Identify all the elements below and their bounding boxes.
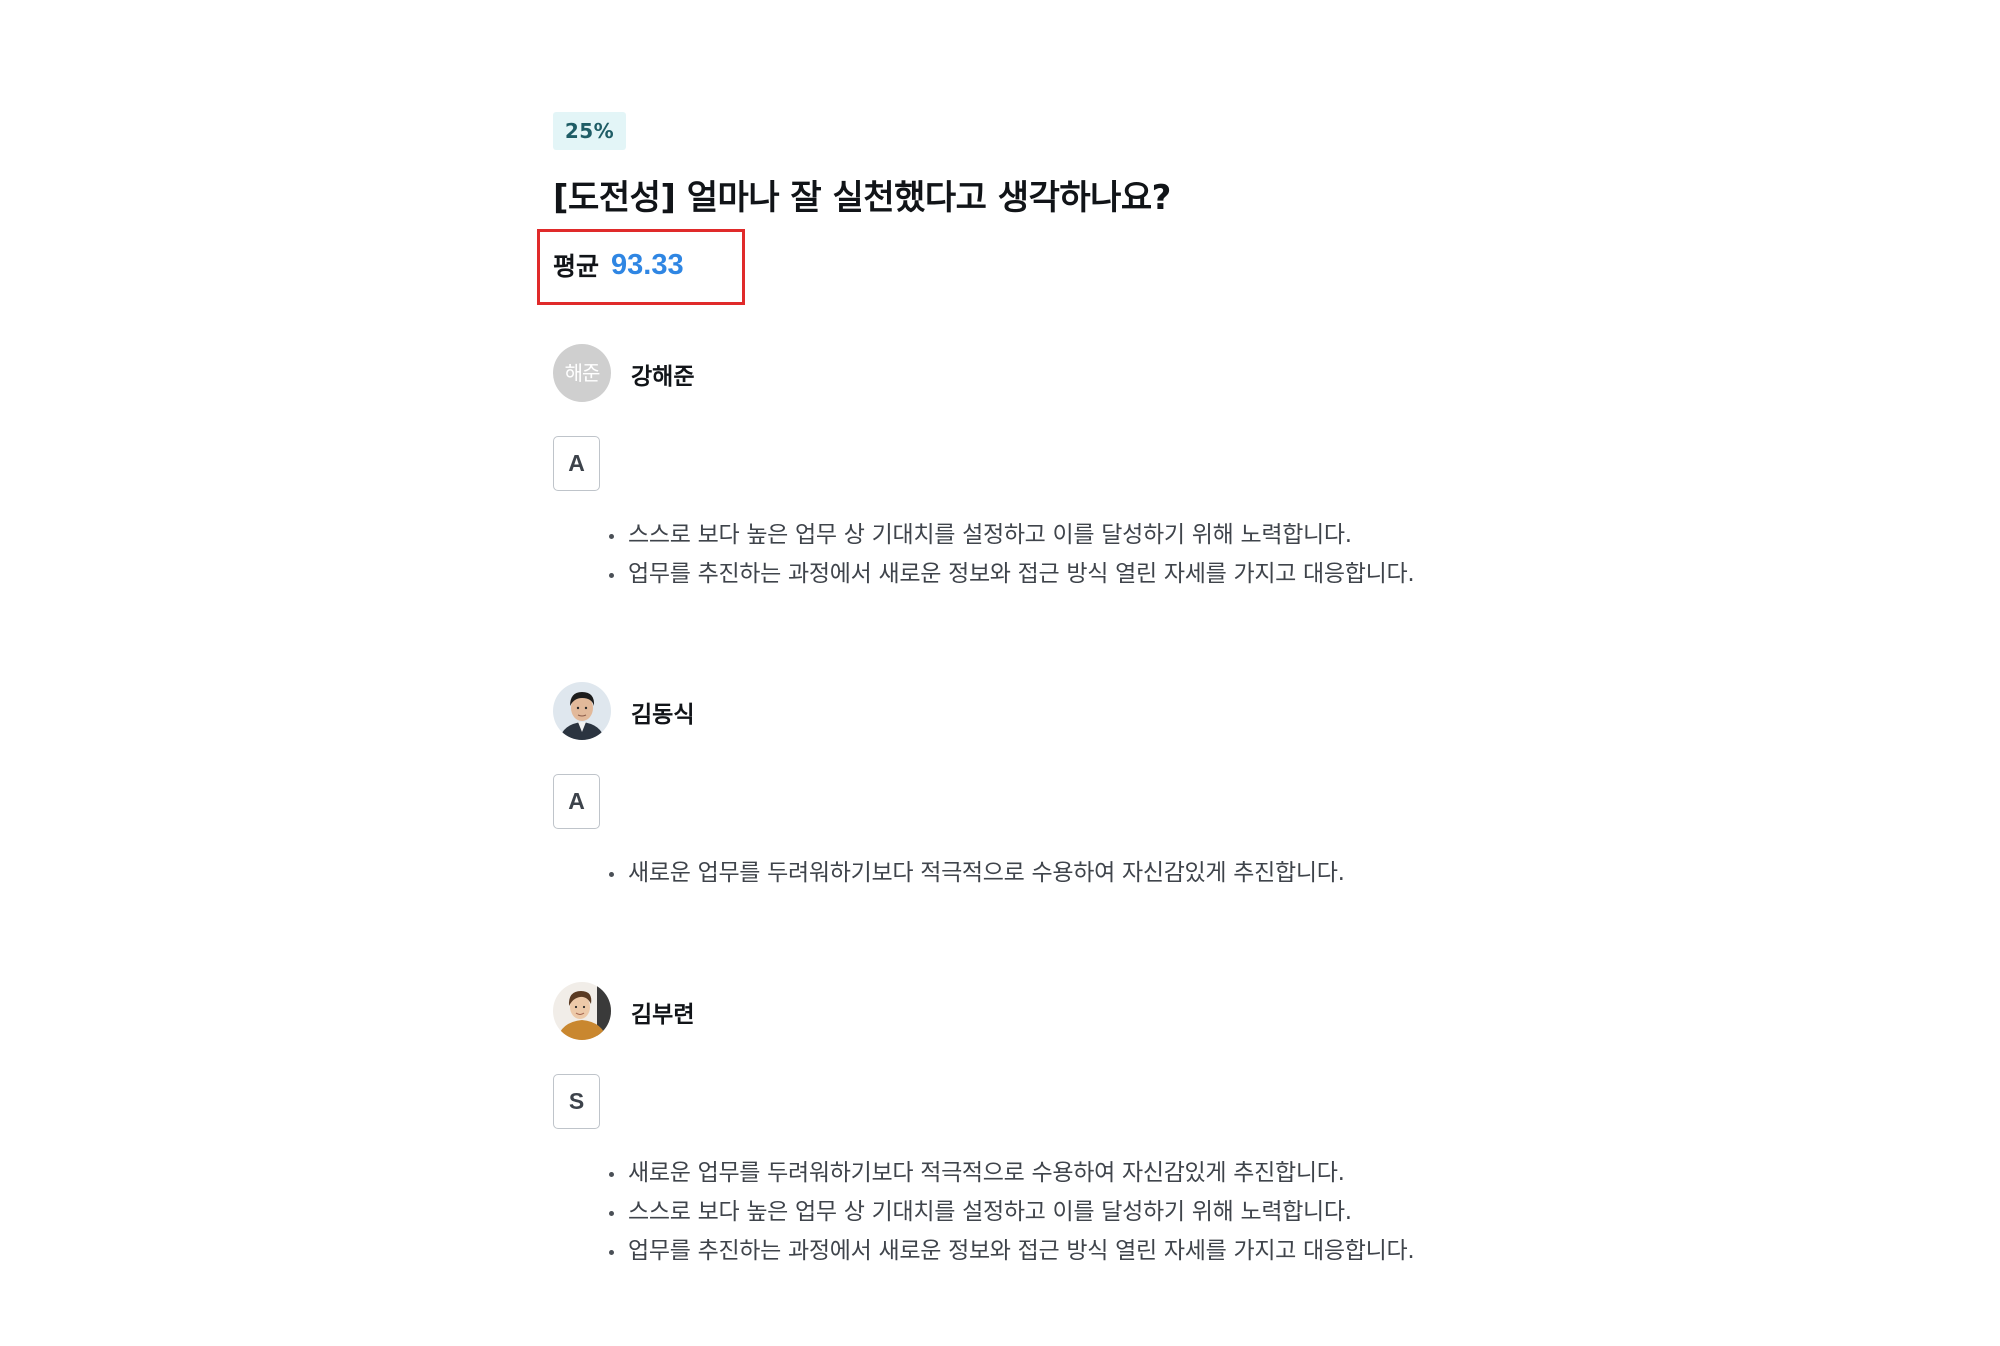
average-score: 평균 93.33 — [553, 247, 684, 283]
behavior-item: 스스로 보다 높은 업무 상 기대치를 설정하고 이를 달성하기 위해 노력합니… — [609, 1193, 1414, 1232]
behavior-list: 새로운 업무를 두려워하기보다 적극적으로 수용하여 자신감있게 추진합니다. … — [609, 1154, 1415, 1271]
behavior-item: 업무를 추진하는 과정에서 새로운 정보와 접근 방식 열린 자세를 가지고 대… — [609, 555, 1415, 594]
behavior-item: 업무를 추진하는 과정에서 새로운 정보와 접근 방식 열린 자세를 가지고 대… — [609, 1232, 1415, 1271]
behavior-list: 새로운 업무를 두려워하기보다 적극적으로 수용하여 자신감있게 추진합니다. — [609, 854, 1345, 893]
question-title: [도전성] 얼마나 잘 실천했다고 생각하나요? — [553, 178, 1171, 218]
respondent-name: 김부련 — [631, 1002, 695, 1028]
initials-avatar: 해준 — [553, 344, 611, 402]
behavior-item: 새로운 업무를 두려워하기보다 적극적으로 수용하여 자신감있게 추진합니다. — [609, 854, 1345, 893]
average-value: 93.33 — [611, 248, 684, 281]
behavior-item: 새로운 업무를 두려워하기보다 적극적으로 수용하여 자신감있게 추진합니다. — [609, 1154, 1414, 1193]
respondent-name: 김동식 — [631, 702, 695, 728]
progress-badge: 25% — [553, 112, 626, 150]
user-photo-avatar — [553, 682, 611, 740]
grade-chip: A — [553, 774, 600, 829]
user-photo-avatar — [553, 982, 611, 1040]
behavior-item: 스스로 보다 높은 업무 상 기대치를 설정하고 이를 달성하기 위해 노력합니… — [609, 516, 1414, 555]
respondent-name: 강해준 — [631, 364, 695, 390]
average-label: 평균 — [553, 252, 600, 281]
behavior-list: 스스로 보다 높은 업무 상 기대치를 설정하고 이를 달성하기 위해 노력합니… — [609, 516, 1415, 594]
grade-chip: S — [553, 1074, 600, 1129]
grade-chip: A — [553, 436, 600, 491]
